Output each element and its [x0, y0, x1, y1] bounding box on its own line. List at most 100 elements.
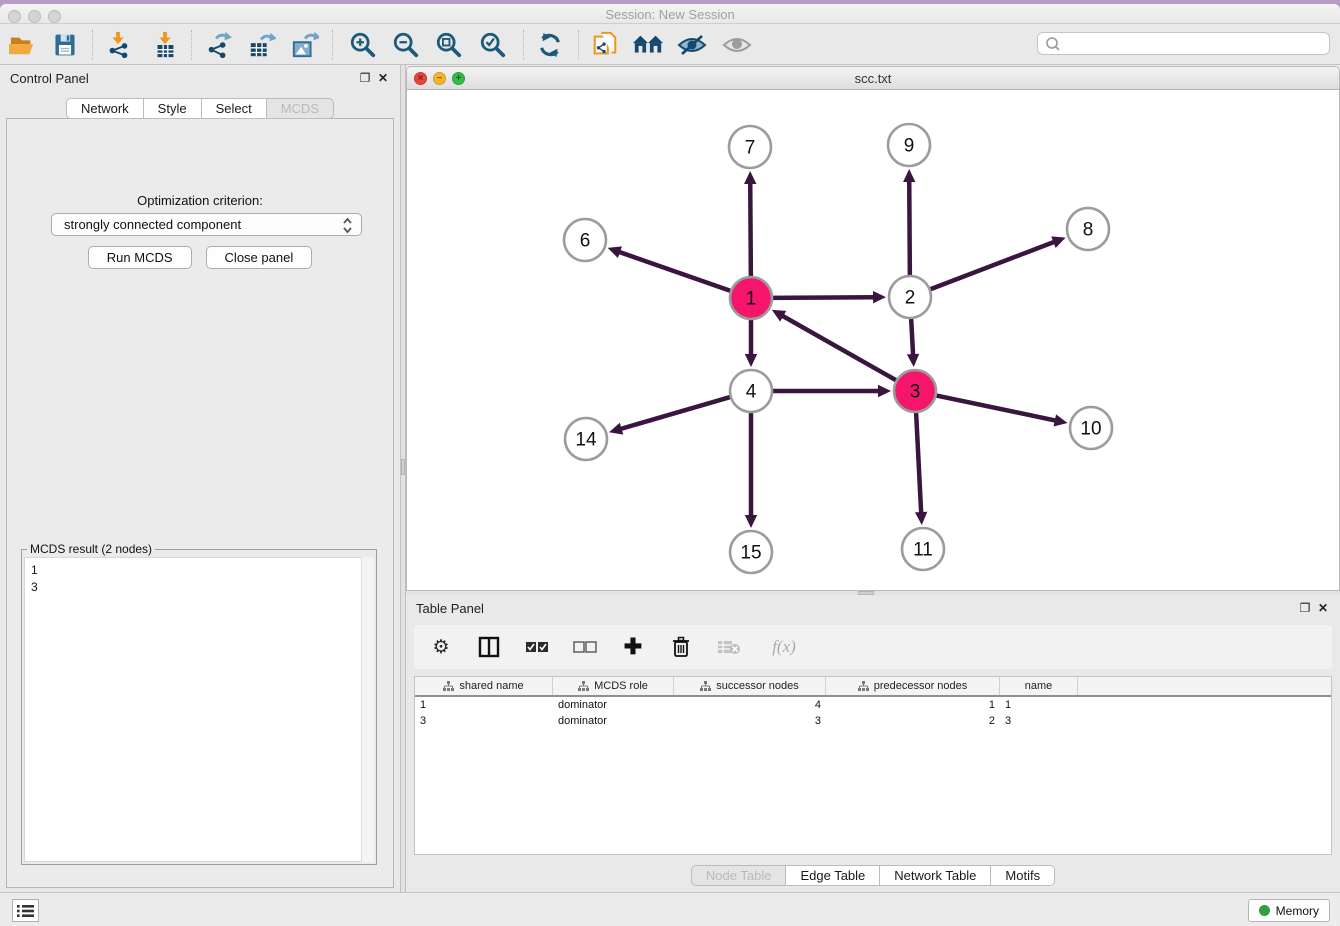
column-header-shared-name[interactable]: shared name: [415, 677, 553, 695]
cell-shared-name[interactable]: 1: [415, 699, 553, 711]
table-row[interactable]: 3 dominator 3 2 3: [415, 713, 1331, 729]
export-network-icon: [204, 31, 232, 59]
column-label: MCDS role: [594, 680, 648, 692]
result-scrollbar[interactable]: [361, 557, 374, 862]
delete-column-button[interactable]: [668, 634, 694, 660]
cell-name[interactable]: 1: [1000, 699, 1078, 711]
graph-edge-1-6[interactable]: [618, 252, 733, 292]
show-columns-button[interactable]: [476, 634, 502, 660]
home-button[interactable]: [631, 29, 665, 61]
app-titlebar: Session: New Session: [0, 4, 1340, 24]
cell-shared-name[interactable]: 3: [415, 715, 553, 727]
criterion-select[interactable]: strongly connected component: [51, 213, 362, 236]
memory-button[interactable]: Memory: [1248, 899, 1330, 922]
network-canvas[interactable]: 7968124314101511: [407, 90, 1339, 590]
cell-predecessor-nodes[interactable]: 1: [826, 699, 1000, 711]
graph-edge-4-14[interactable]: [620, 396, 733, 429]
checked-boxes-icon: [525, 641, 549, 653]
add-column-button[interactable]: ✚: [620, 634, 646, 660]
graph-edge-arrowhead: [873, 291, 886, 303]
column-label: predecessor nodes: [874, 680, 968, 692]
search-input[interactable]: [1064, 37, 1329, 51]
graph-edge-3-11[interactable]: [916, 410, 921, 514]
tab-node-table[interactable]: Node Table: [691, 865, 787, 886]
delete-table-button[interactable]: [716, 634, 742, 660]
table-close-icon[interactable]: ✕: [1316, 601, 1330, 615]
mcds-panel: Optimization criterion: strongly connect…: [6, 118, 394, 888]
app-window: Session: New Session: [0, 4, 1340, 926]
zoom-fit-button[interactable]: [432, 29, 466, 61]
tab-network[interactable]: Network: [66, 98, 144, 119]
table-float-icon[interactable]: ❐: [1298, 601, 1312, 615]
eye-slash-icon: [677, 33, 707, 57]
cell-mcds-role[interactable]: dominator: [553, 699, 674, 711]
clone-network-button[interactable]: [588, 29, 622, 61]
graph-edge-arrowhead: [744, 171, 756, 184]
column-header-successor-nodes[interactable]: successor nodes: [674, 677, 826, 695]
graph-edge-1-2[interactable]: [770, 297, 875, 298]
graph-edge-arrowhead: [907, 354, 919, 367]
zoom-fit-icon: [435, 31, 463, 59]
refresh-view-button[interactable]: [533, 29, 567, 61]
refresh-icon: [536, 31, 564, 59]
cell-name[interactable]: 3: [1000, 715, 1078, 727]
graph-edge-2-3[interactable]: [911, 316, 913, 356]
cell-mcds-role[interactable]: dominator: [553, 715, 674, 727]
select-all-columns-button[interactable]: [524, 634, 550, 660]
search-field[interactable]: [1037, 32, 1330, 55]
tab-style[interactable]: Style: [144, 98, 202, 119]
cell-successor-nodes[interactable]: 3: [674, 715, 826, 727]
import-table-button[interactable]: [148, 29, 182, 61]
zoom-in-icon: [349, 31, 377, 59]
clear-all-columns-button[interactable]: [572, 634, 598, 660]
graph-node-label: 4: [746, 382, 757, 403]
column-header-name[interactable]: name: [1000, 677, 1078, 695]
tab-network-table[interactable]: Network Table: [880, 865, 991, 886]
graph-edge-2-8[interactable]: [928, 241, 1056, 290]
export-image-button[interactable]: [288, 29, 322, 61]
zoom-out-button[interactable]: [389, 29, 423, 61]
tab-mcds[interactable]: MCDS: [267, 98, 334, 119]
graph-edge-3-1[interactable]: [781, 315, 898, 381]
hide-selected-button[interactable]: [675, 29, 709, 61]
apply-function-button[interactable]: f(x): [764, 634, 804, 660]
export-table-button[interactable]: [245, 29, 279, 61]
splitter-grip[interactable]: [401, 459, 405, 475]
graph-edge-2-9[interactable]: [909, 180, 910, 278]
column-header-filler: [1078, 677, 1331, 695]
table-row[interactable]: 1 dominator 4 1 1: [415, 697, 1331, 713]
plus-icon: ✚: [624, 637, 642, 657]
select-stepper-icon: [342, 217, 353, 234]
table-panel-title: Table Panel: [416, 601, 484, 616]
column-header-predecessor-nodes[interactable]: predecessor nodes: [826, 677, 1000, 695]
tab-select[interactable]: Select: [202, 98, 267, 119]
export-network-button[interactable]: [201, 29, 235, 61]
window-title: Session: New Session: [0, 7, 1340, 22]
import-network-button[interactable]: [101, 29, 135, 61]
gear-icon: ⚙: [432, 636, 449, 659]
sort-tree-icon: [578, 681, 589, 692]
run-mcds-button[interactable]: Run MCDS: [88, 246, 192, 269]
cell-successor-nodes[interactable]: 4: [674, 699, 826, 711]
mcds-result-list[interactable]: 1 3: [24, 557, 374, 862]
column-label: successor nodes: [716, 680, 799, 692]
open-file-button[interactable]: [5, 29, 39, 61]
cell-predecessor-nodes[interactable]: 2: [826, 715, 1000, 727]
table-settings-button[interactable]: ⚙: [428, 634, 454, 660]
network-graph[interactable]: 7968124314101511: [407, 90, 1339, 591]
task-history-button[interactable]: [12, 899, 39, 922]
column-header-mcds-role[interactable]: MCDS role: [553, 677, 674, 695]
zoom-in-button[interactable]: [346, 29, 380, 61]
close-panel-icon[interactable]: ✕: [376, 71, 390, 85]
tab-motifs[interactable]: Motifs: [991, 865, 1055, 886]
tab-edge-table[interactable]: Edge Table: [786, 865, 880, 886]
close-panel-button[interactable]: Close panel: [206, 246, 313, 269]
graph-edge-3-10[interactable]: [934, 395, 1057, 421]
float-panel-icon[interactable]: ❐: [358, 71, 372, 85]
save-session-button[interactable]: [48, 29, 82, 61]
show-hidden-button[interactable]: [720, 29, 754, 61]
graph-edge-arrowhead: [609, 423, 623, 435]
zoom-selected-button[interactable]: [476, 29, 510, 61]
mcds-result-title: MCDS result (2 nodes): [27, 542, 155, 556]
graph-edge-1-7[interactable]: [750, 182, 751, 279]
